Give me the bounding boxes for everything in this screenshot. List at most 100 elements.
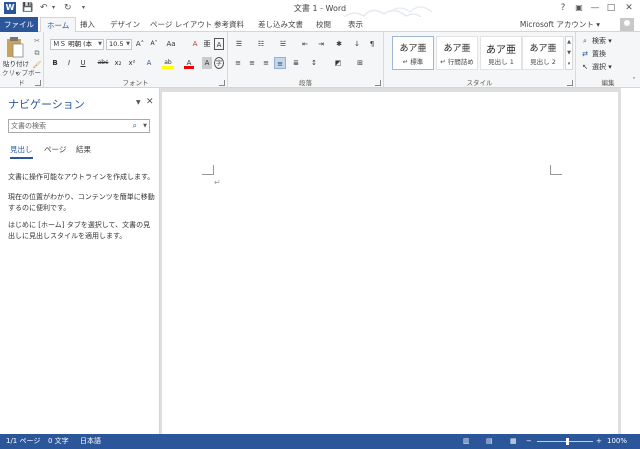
paste-icon[interactable] (6, 36, 24, 58)
clipboard-launcher-icon[interactable] (35, 80, 41, 86)
nav-options-icon[interactable]: ▼ (136, 99, 141, 106)
character-shading-button[interactable]: A (202, 57, 212, 69)
tab-view[interactable]: 表示 (342, 17, 369, 32)
chevron-down-icon[interactable]: ▼ (143, 120, 147, 132)
tab-design[interactable]: デザイン (104, 17, 146, 32)
show-marks-button[interactable]: ¶ (366, 38, 378, 50)
navigation-pane: ナビゲーション ▼ ✕ 文書の検索 ⌕ ▼ 見出し ページ 結果 文書に操作可能… (0, 88, 160, 434)
align-left-button[interactable]: ≡ (232, 57, 244, 69)
search-icon[interactable]: ⌕ (133, 120, 137, 132)
justify-button[interactable]: ≡ (274, 57, 286, 69)
tab-headings[interactable]: 見出し (10, 144, 33, 159)
bold-button[interactable]: B (50, 57, 60, 69)
replace-button[interactable]: 置換 (592, 48, 632, 60)
tab-pages[interactable]: ページ (44, 144, 66, 155)
font-size-combo[interactable]: 10.5 ▼ (106, 39, 132, 50)
search-icon: ⌕ (583, 37, 587, 45)
replace-icon: ⇄ (582, 50, 588, 58)
help-button[interactable]: ? (556, 1, 570, 15)
style-no-spacing[interactable]: あア亜 ↵ 行間詰め (436, 36, 478, 70)
clear-formatting-button[interactable]: A (190, 38, 200, 50)
print-layout-icon[interactable]: ▤ (486, 434, 493, 449)
style-name: ↵ 行間詰め (440, 58, 474, 66)
minimize-button[interactable]: — (588, 1, 602, 15)
margin-corner-top-left (202, 165, 214, 175)
styles-group: あア亜 ↵ 標準 あア亜 ↵ 行間詰め あア亜 見出し 1 あア亜 見出し 2 … (384, 32, 576, 88)
style-heading-1[interactable]: あア亜 見出し 1 (480, 36, 522, 70)
italic-button[interactable]: I (64, 57, 74, 69)
increase-indent-button[interactable]: ⇥ (314, 38, 328, 50)
change-case-button[interactable]: Aa (164, 38, 178, 50)
page-count[interactable]: 1/1 ページ (6, 434, 40, 449)
font-launcher-icon[interactable] (219, 80, 225, 86)
language-indicator[interactable]: 日本語 (80, 434, 101, 449)
select-button[interactable]: 選択 ▾ (592, 61, 632, 73)
copy-icon[interactable]: ⧉ (32, 47, 42, 59)
margin-corner-top-right (550, 165, 562, 175)
subscript-button[interactable]: x₂ (112, 57, 124, 69)
grow-font-button[interactable]: A˄ (134, 38, 146, 50)
cut-icon[interactable]: ✂ (32, 35, 42, 47)
zoom-out-icon[interactable]: − (526, 434, 532, 449)
phonetic-guide-button[interactable]: 亜 (202, 38, 212, 50)
superscript-button[interactable]: x² (126, 57, 138, 69)
style-sample: あア亜 (443, 44, 471, 54)
maximize-button[interactable]: □ (604, 1, 618, 15)
borders-button[interactable]: ⊞ (354, 57, 366, 69)
tab-mailings[interactable]: 差し込み文書 (252, 17, 309, 32)
zoom-in-icon[interactable]: + (596, 434, 602, 449)
numbering-button[interactable]: ☷ (254, 38, 268, 50)
styles-gallery-scroll[interactable]: ▲ ▼ ▾ (565, 36, 573, 70)
distributed-button[interactable]: ≣ (290, 57, 302, 69)
sort-icon[interactable]: ↓ (352, 38, 362, 50)
window-title: 文書 1 - Word (293, 4, 347, 13)
asian-layout-button[interactable]: ✱ (332, 38, 346, 50)
bullets-button[interactable]: ☰ (232, 38, 246, 50)
style-heading-2[interactable]: あア亜 見出し 2 (522, 36, 564, 70)
highlight-button[interactable]: ab (162, 57, 174, 69)
tab-results[interactable]: 結果 (76, 144, 91, 155)
document-page[interactable]: ↵ (162, 92, 618, 434)
shrink-font-button[interactable]: A˅ (148, 38, 160, 50)
title-bar: W 💾 ↶ ▾ ↻ ▾ 文書 1 - Word ? ▣ — □ ✕ (0, 0, 640, 23)
ribbon: 貼り付け ▾ ✂ ⧉ 🖌 クリップボード ＭＳ 明朝 (本 ▼ 10.5 ▼ A˄ … (0, 32, 640, 88)
word-count[interactable]: 0 文字 (48, 434, 69, 449)
underline-button[interactable]: U (78, 57, 88, 69)
style-normal[interactable]: あア亜 ↵ 標準 (392, 36, 434, 70)
zoom-slider-thumb[interactable] (566, 438, 569, 445)
center-button[interactable]: ≡ (246, 57, 258, 69)
read-mode-icon[interactable]: ▥ (463, 434, 470, 449)
strikethrough-button[interactable]: abc (96, 57, 110, 69)
close-icon[interactable]: ✕ (146, 97, 154, 107)
avatar[interactable] (620, 18, 634, 31)
decrease-indent-button[interactable]: ⇤ (298, 38, 312, 50)
character-border-button[interactable]: A (214, 38, 224, 50)
font-name-combo[interactable]: ＭＳ 明朝 (本 ▼ (50, 39, 104, 50)
tab-review[interactable]: 校閲 (310, 17, 337, 32)
zoom-level[interactable]: 100% (607, 434, 627, 449)
document-search-input[interactable]: 文書の検索 ⌕ ▼ (8, 119, 150, 133)
shading-button[interactable]: ◩ (332, 57, 344, 69)
chevron-down-icon: ▼ (126, 41, 130, 47)
collapse-ribbon-icon[interactable]: ˄ (630, 75, 638, 87)
find-button[interactable]: 検索 ▾ (592, 35, 632, 47)
ribbon-display-options-button[interactable]: ▣ (572, 1, 586, 15)
align-right-button[interactable]: ≡ (260, 57, 272, 69)
close-button[interactable]: ✕ (622, 1, 636, 15)
nav-help-text-2: 現在の位置がわかり、コンテンツを簡単に移動するのに便利です。 (8, 193, 155, 212)
tab-home[interactable]: ホーム (40, 17, 77, 33)
enclose-characters-button[interactable]: 字 (214, 57, 224, 69)
multilevel-list-button[interactable]: ☱ (276, 38, 290, 50)
styles-launcher-icon[interactable] (567, 80, 573, 86)
line-spacing-button[interactable]: ↕ (308, 57, 320, 69)
tab-file[interactable]: ファイル (0, 17, 38, 32)
tab-insert[interactable]: 挿入 (74, 17, 101, 32)
text-effects-button[interactable]: A (144, 57, 154, 69)
vertical-scrollbar[interactable] (620, 88, 640, 434)
font-color-button[interactable]: A (184, 57, 194, 69)
web-layout-icon[interactable]: ▦ (510, 434, 517, 449)
zoom-slider[interactable] (537, 441, 593, 442)
account-menu[interactable]: Microsoft アカウント ▾ (520, 17, 600, 32)
tab-references[interactable]: 参考資料 (208, 17, 250, 32)
paragraph-launcher-icon[interactable] (375, 80, 381, 86)
